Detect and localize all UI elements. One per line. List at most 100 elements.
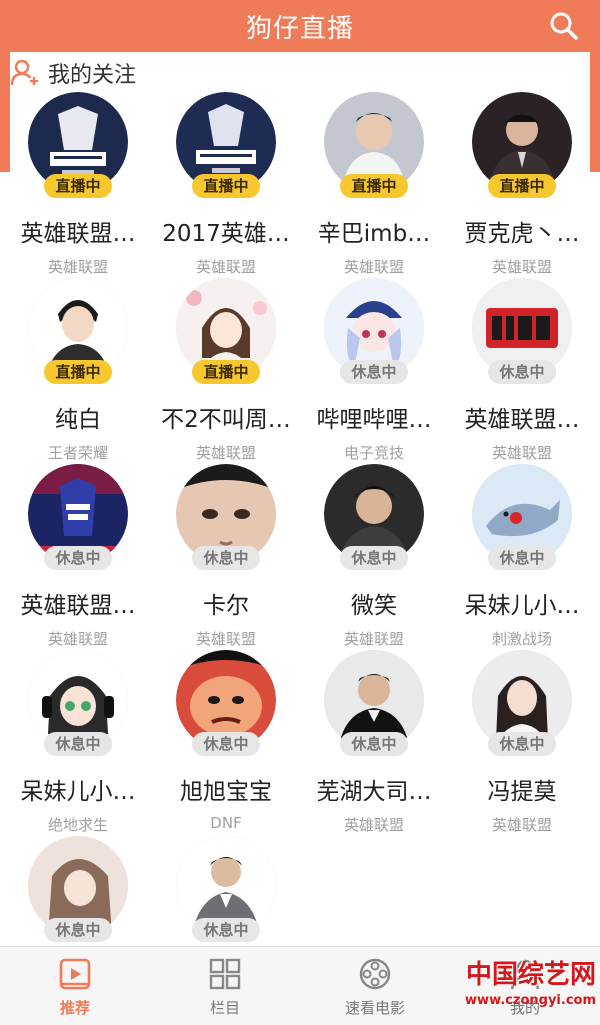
grid-icon: [209, 958, 241, 990]
avatar-container: 休息中: [324, 278, 424, 384]
status-badge: 直播中: [192, 174, 260, 198]
status-badge: 休息中: [192, 918, 260, 942]
status-badge: 休息中: [488, 546, 556, 570]
streamer-name: 辛巴imb…: [317, 221, 431, 247]
status-badge: 休息中: [340, 732, 408, 756]
nav-tab-2[interactable]: 速看电影: [300, 947, 450, 1025]
streamer-category: 英雄联盟: [47, 630, 108, 648]
app-screen: 狗仔直播 我的关注 直播中 英雄联盟… 英雄联盟 直播中 2017英雄… 英雄联盟 直播中辛…: [0, 0, 600, 1025]
streamer-card[interactable]: 休息中 微笑 英雄联盟: [300, 464, 448, 650]
avatar-container: 直播中: [472, 92, 572, 198]
streamer-name: 英雄联盟…: [20, 593, 136, 619]
streamer-name: 呆妹儿小…: [464, 593, 580, 619]
search-icon: [550, 12, 578, 40]
streamer-name: 卡尔: [203, 593, 249, 619]
streamer-category: 英雄联盟: [491, 444, 552, 462]
avatar-container: 直播中: [28, 278, 128, 384]
avatar-container: 休息中: [28, 836, 128, 942]
streamer-category: 绝地求生: [47, 816, 108, 834]
streamer-card[interactable]: 直播中 纯白 王者荣耀: [4, 278, 152, 464]
avatar-container: 休息中: [176, 464, 276, 570]
streamer-category: 英雄联盟: [195, 258, 256, 276]
follow-section-header: 我的关注: [10, 52, 590, 94]
streamer-name: 纯白: [55, 407, 101, 433]
streamer-category: 英雄联盟: [195, 444, 256, 462]
followed-streamers-grid: 直播中 英雄联盟… 英雄联盟 直播中 2017英雄… 英雄联盟 直播中 辛巴imb… 英雄联盟直…: [0, 92, 600, 1022]
watermark-url: www.czongyi.com: [465, 993, 596, 1008]
streamer-category: 英雄联盟: [343, 258, 404, 276]
status-badge: 休息中: [340, 546, 408, 570]
streamer-name: 芜湖大司…: [316, 779, 432, 805]
avatar-container: 直播中: [176, 278, 276, 384]
streamer-category: 刺激战场: [491, 630, 552, 648]
streamer-name: 旭旭宝宝: [180, 779, 272, 805]
streamer-category: 英雄联盟: [47, 258, 108, 276]
nav-tab-0[interactable]: 推荐: [0, 947, 150, 1025]
streamer-name: 呆妹儿小…: [20, 779, 136, 805]
top-bar: 狗仔直播: [0, 0, 600, 52]
streamer-card[interactable]: 直播中英雄联盟… 英雄联盟: [4, 92, 152, 278]
nav-tab-label: 速看电影: [344, 999, 405, 1017]
status-badge: 休息中: [44, 732, 112, 756]
streamer-card[interactable]: 休息中呆妹儿小… 绝地求生: [4, 650, 152, 836]
nav-tab-label: 栏目: [209, 999, 240, 1017]
streamer-category: 英雄联盟: [343, 816, 404, 834]
avatar-container: 休息中: [176, 650, 276, 756]
watermark-title: 中国综艺网: [465, 960, 596, 990]
avatar-container: 休息中: [472, 278, 572, 384]
avatar-container: 直播中: [28, 92, 128, 198]
avatar-container: 休息中: [28, 650, 128, 756]
status-badge: 直播中: [340, 174, 408, 198]
streamer-card[interactable]: 休息中冯提莫英雄联盟: [448, 650, 596, 836]
streamer-category: DNF: [210, 814, 242, 832]
avatar-container: 休息中: [176, 836, 276, 942]
avatar-container: 休息中: [472, 464, 572, 570]
avatar-container: 直播中: [176, 92, 276, 198]
streamer-name: 英雄联盟…: [464, 407, 580, 433]
status-badge: 休息中: [192, 546, 260, 570]
follow-user-icon: [10, 59, 38, 86]
search-button[interactable]: [546, 8, 582, 44]
streamer-category: 王者荣耀: [47, 444, 108, 462]
status-badge: 休息中: [44, 546, 112, 570]
play-screen-icon: [59, 958, 91, 990]
streamer-card[interactable]: 直播中辛巴imb… 英雄联盟: [300, 92, 448, 278]
nav-tab-1[interactable]: 栏目: [150, 947, 300, 1025]
avatar-container: 直播中: [324, 92, 424, 198]
status-badge: 休息中: [488, 360, 556, 384]
streamer-name: 哔哩哔哩…: [316, 407, 432, 433]
avatar-container: 休息中: [324, 650, 424, 756]
streamer-category: 英雄联盟: [195, 630, 256, 648]
streamer-card[interactable]: 直播中 不2不叫周… 英雄联盟: [152, 278, 300, 464]
streamer-card[interactable]: 休息中旭旭宝宝 DNF: [152, 650, 300, 836]
streamer-name: 冯提莫: [487, 779, 557, 805]
avatar-container: 休息中: [28, 464, 128, 570]
watermark-logo: 中国综艺网 www.czongyi.com: [446, 954, 596, 1020]
streamer-category: 电子竞技: [343, 444, 404, 462]
status-badge: 直播中: [488, 174, 556, 198]
section-title: 我的关注: [48, 63, 137, 88]
status-badge: 休息中: [192, 732, 260, 756]
streamer-card[interactable]: 休息中哔哩哔哩… 电子竞技: [300, 278, 448, 464]
streamer-card[interactable]: 休息中芜湖大司… 英雄联盟: [300, 650, 448, 836]
status-badge: 直播中: [44, 174, 112, 198]
streamer-card[interactable]: 直播中 2017英雄… 英雄联盟: [152, 92, 300, 278]
streamer-card[interactable]: 休息中呆妹儿小… 刺激战场: [448, 464, 596, 650]
streamer-category: 英雄联盟: [343, 630, 404, 648]
status-badge: 休息中: [44, 918, 112, 942]
film-reel-icon: [359, 958, 391, 990]
status-badge: 休息中: [488, 732, 556, 756]
streamer-category: 英雄联盟: [491, 816, 552, 834]
avatar-container: 休息中: [472, 650, 572, 756]
page-title: 狗仔直播: [245, 13, 354, 44]
streamer-name: 贾克虎丶…: [464, 221, 580, 247]
streamer-card[interactable]: 休息中 卡尔 英雄联盟: [152, 464, 300, 650]
streamer-name: 2017英雄…: [162, 221, 290, 247]
streamer-name: 微笑: [351, 593, 397, 619]
streamer-name: 英雄联盟…: [20, 221, 136, 247]
streamer-card[interactable]: 休息中英雄联盟… 英雄联盟: [448, 278, 596, 464]
streamer-card[interactable]: 直播中贾克虎丶… 英雄联盟: [448, 92, 596, 278]
nav-tab-label: 推荐: [59, 999, 90, 1017]
streamer-card[interactable]: 休息中英雄联盟… 英雄联盟: [4, 464, 152, 650]
streamer-category: 英雄联盟: [491, 258, 552, 276]
